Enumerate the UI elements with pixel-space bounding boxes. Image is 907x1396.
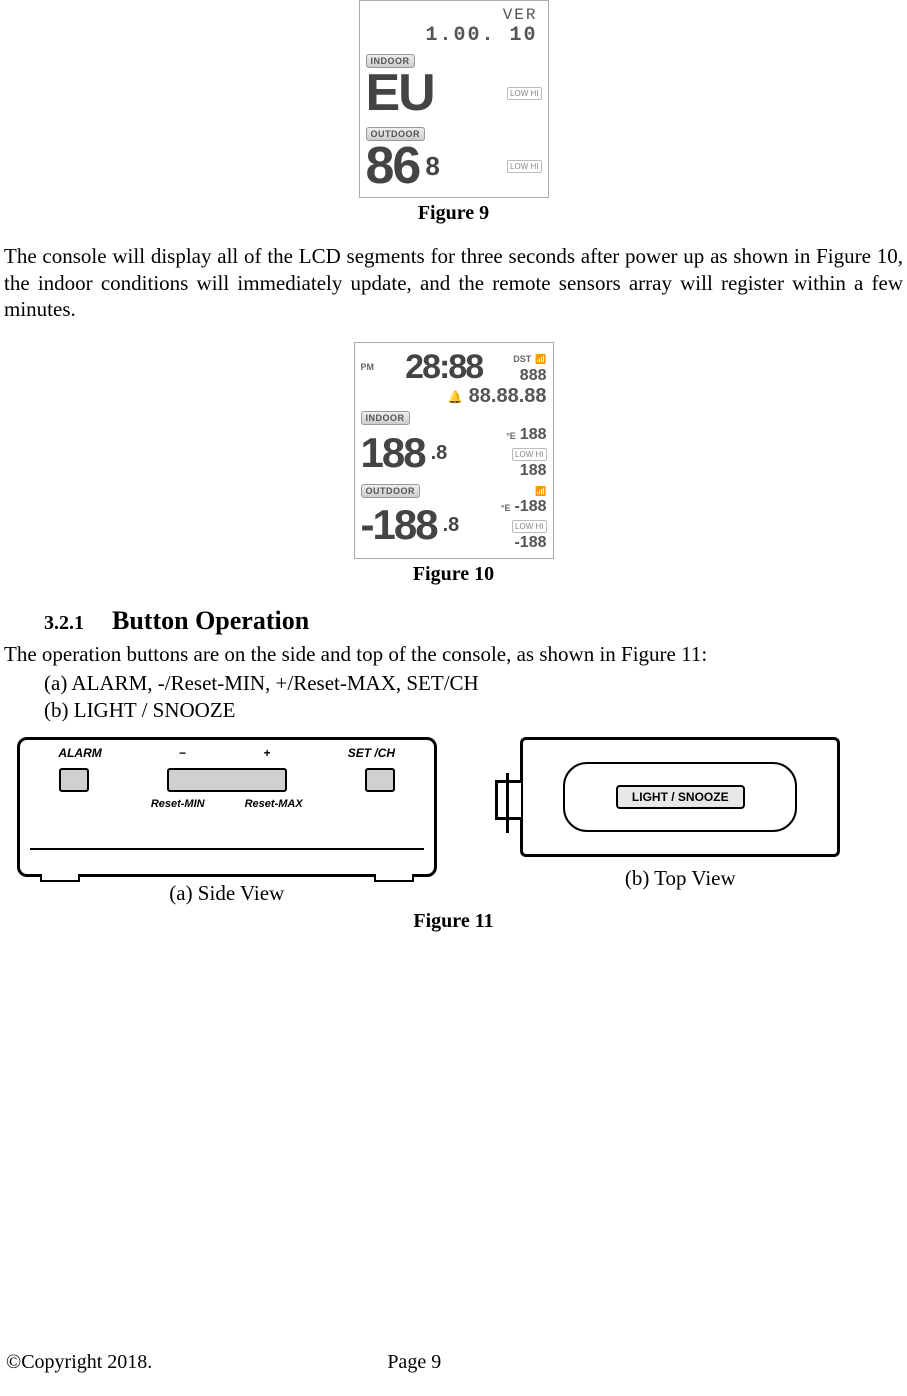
side-view-col: ALARM − + SET /CH Reset-MIN Reset-MAX — [4, 737, 450, 906]
figure-9-lowhi-1: LOW HI — [507, 87, 541, 100]
operation-intro: The operation buttons are on the side an… — [4, 642, 903, 667]
section-title: Button Operation — [112, 606, 309, 635]
figure-11-row: ALARM − + SET /CH Reset-MIN Reset-MAX — [4, 737, 903, 906]
figure-10-indoor-mini1: 188 — [520, 426, 547, 443]
figure-10-indoor-mini2: 188 — [520, 462, 547, 479]
label-set: SET /CH — [348, 746, 395, 760]
footer-page-number: Page 9 — [387, 1351, 441, 1374]
figure-10-lcd: PM 28:88 DST 📶 888 🔔 88.88.88 INDOOR 188… — [354, 342, 554, 559]
operation-list-item-a: (a) ALARM, -/Reset-MIN, +/Reset-MAX, SET… — [44, 671, 903, 696]
clip-icon — [495, 780, 521, 820]
section-number: 3.2.1 — [44, 612, 84, 634]
figure-10-outdoor-unit: °E — [501, 503, 511, 513]
operation-list: (a) ALARM, -/Reset-MIN, +/Reset-MAX, SET… — [44, 671, 903, 723]
footer-copyright: ©Copyright 2018. — [6, 1351, 152, 1374]
figure-10-outdoor-big: -188 — [361, 505, 437, 545]
figure-9-outdoor-small: 8 — [425, 151, 439, 182]
figure-9-lowhi-2: LOW HI — [507, 160, 541, 173]
set-ch-button — [365, 768, 395, 792]
figure-9-indoor-value: EU — [366, 69, 434, 118]
figure-10-lowhi-2: LOW HI — [512, 520, 546, 533]
label-plus: + — [263, 746, 270, 760]
label-reset-min: Reset-MIN — [151, 798, 205, 810]
figure-9-line1: VER — [366, 7, 542, 25]
figure-10-dst: DST — [513, 354, 531, 364]
device-side-view: ALARM − + SET /CH Reset-MIN Reset-MAX — [17, 737, 437, 877]
figure-11-caption: Figure 11 — [4, 910, 903, 933]
figure-9-lcd: VER 1.00. 10 INDOOR EU LOW HI OUTDOOR 86… — [359, 0, 549, 198]
bell-icon: 🔔 — [448, 390, 463, 404]
figure-10-outdoor-mini2: -188 — [514, 534, 546, 551]
figure-10-indoor-small: .8 — [431, 442, 448, 465]
page-footer: ©Copyright 2018. Page 9 — [6, 1351, 907, 1374]
figure-10-outdoor-small: .8 — [443, 514, 460, 537]
side-view-caption: (a) Side View — [4, 881, 450, 906]
figure-10: PM 28:88 DST 📶 888 🔔 88.88.88 INDOOR 188… — [4, 342, 903, 586]
figure-10-lowhi: LOW HI — [512, 448, 546, 461]
figure-10-indoor-label: INDOOR — [361, 411, 410, 425]
minus-plus-bar — [167, 768, 287, 792]
section-heading: 3.2.1 Button Operation — [44, 606, 903, 636]
label-alarm: ALARM — [58, 746, 101, 760]
figure-10-pm: PM — [361, 362, 375, 372]
figure-10-time: 28:88 — [405, 351, 482, 383]
device-top-view: LIGHT / SNOOZE — [520, 737, 840, 857]
light-snooze-button: LIGHT / SNOOZE — [616, 785, 745, 809]
figure-10-date-top: 888 — [520, 367, 547, 384]
wifi-icon: 📶 — [535, 354, 546, 364]
figure-10-outdoor-mini1: -188 — [514, 498, 546, 515]
label-minus: − — [179, 746, 186, 760]
figure-9: VER 1.00. 10 INDOOR EU LOW HI OUTDOOR 86… — [4, 0, 903, 225]
figure-10-indoor-unit: °E — [506, 431, 516, 441]
top-view-caption: (b) Top View — [458, 866, 904, 891]
figure-10-date-bot: 88.88.88 — [469, 385, 547, 408]
figure-10-caption: Figure 10 — [4, 563, 903, 586]
paragraph-1: The console will display all of the LCD … — [4, 243, 903, 322]
operation-list-item-b: (b) LIGHT / SNOOZE — [44, 698, 903, 723]
signal-icon: 📶 — [535, 486, 546, 497]
figure-9-outdoor-value: 86 — [366, 142, 420, 191]
figure-9-line2: 1.00. 10 — [366, 25, 542, 47]
label-reset-max: Reset-MAX — [245, 798, 303, 810]
top-view-col: LIGHT / SNOOZE (b) Top View — [458, 737, 904, 891]
figure-9-caption: Figure 9 — [4, 202, 903, 225]
figure-10-outdoor-label: OUTDOOR — [361, 484, 421, 498]
figure-10-indoor-big: 188 — [361, 433, 425, 473]
alarm-button — [59, 768, 89, 792]
